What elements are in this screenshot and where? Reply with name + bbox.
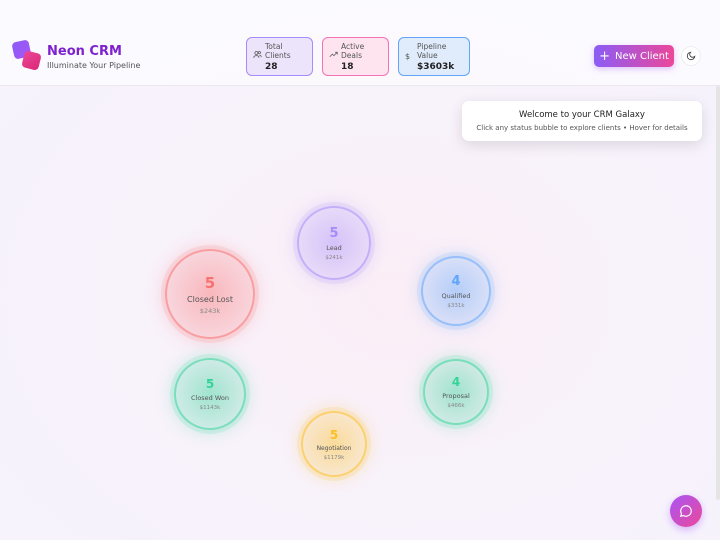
brand-name: Neon CRM bbox=[47, 44, 122, 59]
bubble-count: 5 bbox=[204, 273, 216, 292]
stat-value: 18 bbox=[341, 62, 354, 72]
welcome-card: Welcome to your CRM Galaxy Click any sta… bbox=[462, 101, 702, 141]
stat-label: Value bbox=[417, 51, 438, 60]
stat-label: Deals bbox=[341, 51, 362, 60]
brand-tagline: Illuminate Your Pipeline bbox=[47, 61, 141, 70]
bubble-value: $241k bbox=[325, 254, 343, 261]
dollar-icon: $ bbox=[405, 52, 411, 61]
bubble-count: 5 bbox=[329, 225, 339, 241]
new-client-label: New Client bbox=[614, 50, 669, 62]
moon-icon bbox=[686, 51, 696, 61]
bubble-status-label: Closed Lost bbox=[187, 294, 233, 304]
bubble-status-label: Negotiation bbox=[316, 444, 352, 452]
header: Neon CRM Illuminate Your Pipeline Total … bbox=[0, 0, 720, 86]
scrollbar[interactable] bbox=[716, 86, 720, 500]
bubble-count: 5 bbox=[329, 427, 339, 442]
bubble-value: $466k bbox=[447, 403, 465, 409]
stat-label: Active bbox=[341, 42, 365, 51]
stat-value: 28 bbox=[265, 62, 278, 72]
bubble-status-label: Qualified bbox=[441, 291, 471, 300]
status-bubble-closed-lost[interactable]: 5 Closed Lost $243k bbox=[165, 249, 255, 339]
status-bubble-proposal[interactable]: 4 Proposal $466k bbox=[423, 359, 489, 425]
stat-total-clients: Total Clients 28 bbox=[246, 37, 313, 76]
users-icon bbox=[253, 42, 265, 75]
chat-button[interactable] bbox=[670, 495, 702, 527]
stat-label: Pipeline bbox=[417, 42, 447, 51]
bubble-count: 4 bbox=[451, 375, 461, 389]
brand: Neon CRM Illuminate Your Pipeline bbox=[47, 44, 140, 70]
bubble-value: $331k bbox=[447, 302, 465, 309]
new-client-button[interactable]: + New Client bbox=[594, 45, 674, 67]
status-bubble-lead[interactable]: 5 Lead $241k bbox=[297, 206, 371, 280]
stat-value: $3603k bbox=[417, 62, 455, 72]
plus-icon: + bbox=[599, 48, 610, 64]
bubble-status-label: Proposal bbox=[442, 392, 470, 400]
stat-label: Clients bbox=[265, 51, 291, 60]
stat-pipeline-value: $ Pipeline Value $3603k bbox=[398, 37, 470, 76]
bubble-status-label: Closed Won bbox=[190, 394, 230, 402]
chat-icon bbox=[679, 505, 692, 518]
theme-toggle-button[interactable] bbox=[681, 46, 701, 66]
welcome-title: Welcome to your CRM Galaxy bbox=[519, 110, 645, 120]
welcome-subtitle: Click any status bubble to explore clien… bbox=[476, 124, 688, 132]
bubble-value: $1179k bbox=[323, 454, 345, 461]
bubble-count: 4 bbox=[451, 273, 461, 289]
bubble-count: 5 bbox=[205, 377, 215, 391]
stat-active-deals: Active Deals 18 bbox=[322, 37, 389, 76]
trend-up-icon bbox=[329, 42, 341, 75]
status-bubble-negotiation[interactable]: 5 Negotiation $1179k bbox=[301, 411, 367, 477]
status-bubble-qualified[interactable]: 4 Qualified $331k bbox=[421, 256, 491, 326]
bubble-value: $243k bbox=[199, 306, 221, 315]
stat-label: Total bbox=[265, 42, 283, 51]
bubble-value: $1143k bbox=[199, 405, 221, 411]
logo-icon bbox=[11, 39, 42, 71]
status-bubble-closed-won[interactable]: 5 Closed Won $1143k bbox=[174, 358, 246, 430]
bubble-status-label: Lead bbox=[326, 243, 342, 252]
